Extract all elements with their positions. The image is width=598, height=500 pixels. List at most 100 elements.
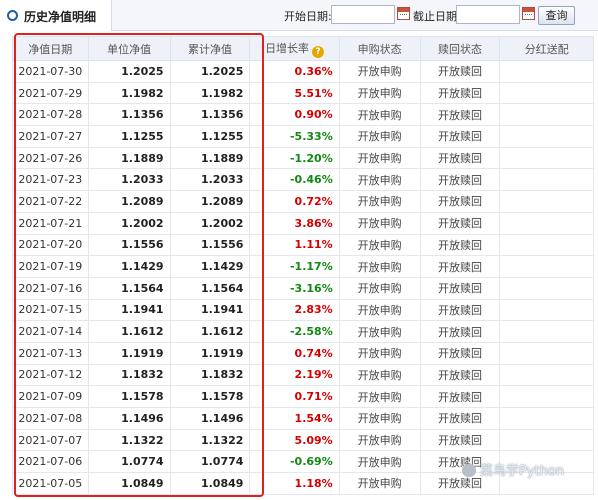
cell-redeem-status: 开放赎回 [419,341,501,365]
cell-buy-status: 开放申购 [338,146,421,170]
cell-daily-rate: 1.18% [249,472,340,495]
cell-redeem-status: 开放赎回 [419,428,501,452]
history-nav-tab[interactable]: 历史净值明细 [0,0,112,31]
cell-acc-nav: 1.2089 [169,190,251,213]
help-icon[interactable]: ? [312,45,325,58]
cell-redeem-status: 开放赎回 [419,190,501,213]
cell-acc-nav: 1.1832 [169,363,251,387]
cell-buy-status: 开放申购 [338,190,421,213]
cell-redeem-status: 开放赎回 [419,211,501,235]
cell-unit-nav: 1.1356 [87,103,171,127]
table-row: 2021-07-08 1.1496 1.1496 1.54% 开放申购 开放赎回 [12,407,594,430]
cell-daily-rate: 0.71% [249,385,340,408]
col-header-unit-nav: 单位净值 [87,36,171,61]
cell-date: 2021-07-16 [12,276,89,300]
cell-daily-rate: -5.33% [249,125,340,148]
cell-date: 2021-07-20 [12,233,89,257]
cell-buy-status: 开放申购 [338,428,421,452]
cell-daily-rate: -1.17% [249,255,340,278]
end-calendar-icon[interactable] [522,7,535,20]
cell-unit-nav: 1.1832 [87,363,171,387]
cell-unit-nav: 1.1919 [87,341,171,365]
cell-buy-status: 开放申购 [338,103,421,127]
cell-unit-nav: 1.1429 [87,255,171,278]
cell-acc-nav: 1.1889 [169,146,251,170]
cell-daily-rate: 5.09% [249,428,340,452]
cell-buy-status: 开放申购 [338,276,421,300]
cell-daily-rate: 3.86% [249,211,340,235]
cell-buy-status: 开放申购 [338,81,421,105]
cell-unit-nav: 1.1612 [87,320,171,343]
cell-daily-rate: 0.72% [249,190,340,213]
cell-daily-rate: -3.16% [249,276,340,300]
cell-acc-nav: 1.2033 [169,168,251,192]
wechat-icon [462,464,476,477]
watermark-text: 菜鸟学Python [480,464,565,479]
cell-buy-status: 开放申购 [338,168,421,192]
cell-redeem-status: 开放赎回 [419,168,501,192]
cell-buy-status: 开放申购 [338,125,421,148]
start-date-input[interactable] [331,5,395,24]
cell-dividend [499,60,594,83]
cell-unit-nav: 1.1496 [87,407,171,430]
cell-unit-nav: 1.0774 [87,450,171,474]
cell-daily-rate: -1.20% [249,146,340,170]
nav-history-table: 净值日期 单位净值 累计净值 日增长率? 申购状态 赎回状态 分红送配 2021… [12,36,594,495]
table-row: 2021-07-26 1.1889 1.1889 -1.20% 开放申购 开放赎回 [12,146,594,170]
end-date-label: 截止日期: [413,10,461,23]
col-header-date: 净值日期 [12,36,89,61]
cell-buy-status: 开放申购 [338,407,421,430]
table-row: 2021-07-14 1.1612 1.1612 -2.58% 开放申购 开放赎回 [12,320,594,343]
cell-buy-status: 开放申购 [338,450,421,474]
cell-acc-nav: 1.1496 [169,407,251,430]
cell-redeem-status: 开放赎回 [419,255,501,278]
cell-date: 2021-07-29 [12,81,89,105]
cell-daily-rate: 1.54% [249,407,340,430]
cell-dividend [499,363,594,387]
cell-dividend [499,233,594,257]
table-row: 2021-07-07 1.1322 1.1322 5.09% 开放申购 开放赎回 [12,428,594,452]
cell-buy-status: 开放申购 [338,320,421,343]
cell-redeem-status: 开放赎回 [419,276,501,300]
cell-buy-status: 开放申购 [338,341,421,365]
cell-dividend [499,341,594,365]
table-row: 2021-07-23 1.2033 1.2033 -0.46% 开放申购 开放赎回 [12,168,594,192]
cell-acc-nav: 1.1556 [169,233,251,257]
circle-bullet-icon [7,10,18,21]
col-header-dividend: 分红送配 [499,36,594,61]
end-date-input[interactable] [456,5,520,24]
cell-date: 2021-07-06 [12,450,89,474]
query-button[interactable]: 查询 [538,6,575,25]
cell-daily-rate: -2.58% [249,320,340,343]
cell-date: 2021-07-26 [12,146,89,170]
cell-date: 2021-07-22 [12,190,89,213]
cell-date: 2021-07-14 [12,320,89,343]
cell-buy-status: 开放申购 [338,298,421,322]
cell-buy-status: 开放申购 [338,385,421,408]
cell-dividend [499,320,594,343]
cell-acc-nav: 1.1356 [169,103,251,127]
start-calendar-icon[interactable] [397,7,410,20]
cell-date: 2021-07-19 [12,255,89,278]
cell-daily-rate: 1.11% [249,233,340,257]
cell-date: 2021-07-07 [12,428,89,452]
table-row: 2021-07-27 1.1255 1.1255 -5.33% 开放申购 开放赎回 [12,125,594,148]
cell-buy-status: 开放申购 [338,363,421,387]
cell-buy-status: 开放申购 [338,233,421,257]
cell-dividend [499,103,594,127]
table-row: 2021-07-21 1.2002 1.2002 3.86% 开放申购 开放赎回 [12,211,594,235]
cell-dividend [499,81,594,105]
col-header-daily-rate: 日增长率? [249,36,340,61]
cell-daily-rate: 5.51% [249,81,340,105]
cell-redeem-status: 开放赎回 [419,103,501,127]
cell-dividend [499,168,594,192]
cell-unit-nav: 1.0849 [87,472,171,495]
cell-unit-nav: 1.2033 [87,168,171,192]
cell-acc-nav: 1.1429 [169,255,251,278]
cell-buy-status: 开放申购 [338,255,421,278]
cell-date: 2021-07-27 [12,125,89,148]
cell-daily-rate: -0.46% [249,168,340,192]
cell-daily-rate: 0.74% [249,341,340,365]
cell-redeem-status: 开放赎回 [419,125,501,148]
cell-date: 2021-07-08 [12,407,89,430]
